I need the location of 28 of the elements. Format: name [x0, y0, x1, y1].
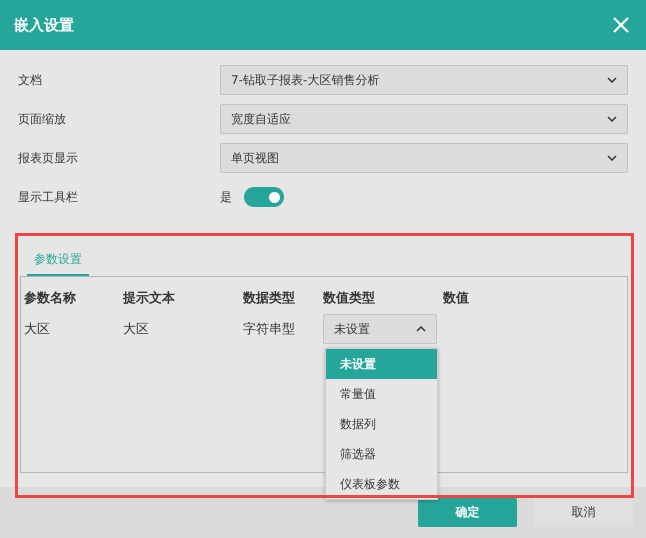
- chevron-down-icon: [607, 77, 617, 83]
- column-header: 提示文本: [123, 290, 176, 308]
- menu-item[interactable]: 仪表板参数: [326, 469, 437, 499]
- table-cell-text: 大区: [123, 321, 150, 338]
- chevron-up-icon: [416, 326, 426, 332]
- menu-item[interactable]: 数据列: [326, 409, 437, 439]
- chevron-down-icon: [607, 155, 617, 161]
- column-header: 参数名称: [24, 290, 77, 308]
- table-cell-text: 大区: [24, 321, 51, 338]
- cancel-button[interactable]: 取消: [534, 498, 633, 527]
- column-header: 数值: [443, 290, 470, 308]
- dropdown-field[interactable]: 宽度自适应: [220, 104, 628, 134]
- column-header: 数据类型: [243, 290, 296, 308]
- field-label: 报表页显示: [18, 150, 79, 166]
- field-label: 显示工具栏: [18, 188, 79, 206]
- menu-item[interactable]: 常量值: [326, 379, 437, 409]
- window-title: 嵌入设置: [14, 16, 74, 34]
- toggle-label: 是: [220, 188, 232, 206]
- chevron-down-icon: [607, 116, 617, 122]
- dropdown-field[interactable]: 7-钻取子报表-大区销售分析: [220, 65, 628, 95]
- column-header: 数值类型: [323, 290, 376, 308]
- toggle-switch[interactable]: [244, 187, 284, 207]
- dropdown-field[interactable]: 单页视图: [220, 143, 628, 173]
- menu-item[interactable]: 筛选器: [326, 439, 437, 469]
- table-cell-text: 字符串型: [243, 321, 296, 338]
- dropdown-field[interactable]: 未设置: [323, 314, 437, 344]
- field-label: 页面缩放: [18, 110, 67, 128]
- field-label: 文档: [18, 72, 43, 88]
